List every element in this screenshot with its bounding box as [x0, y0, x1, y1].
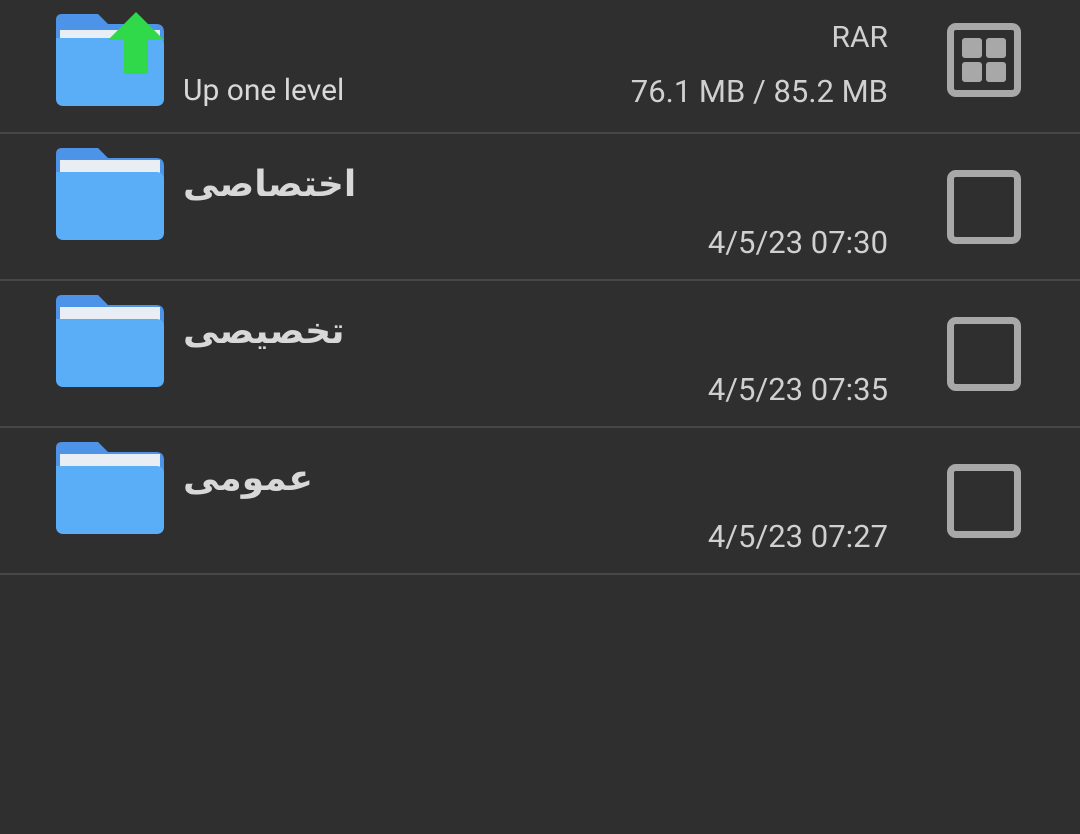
modified-date: 4/5/23 07:30	[707, 224, 888, 261]
modified-date: 4/5/23 07:27	[707, 518, 888, 555]
archive-size-label: 76.1 MB / 85.2 MB	[630, 73, 888, 110]
list-item[interactable]: تخصیصی 4/5/23 07:35	[0, 281, 1080, 428]
item-checkbox[interactable]	[947, 464, 1021, 538]
folder-icon	[56, 148, 164, 240]
folder-name: تخصیصی	[183, 311, 345, 352]
list-item[interactable]: عمومی 4/5/23 07:27	[0, 428, 1080, 575]
modified-date: 4/5/23 07:35	[707, 371, 888, 408]
folder-icon	[56, 295, 164, 387]
list-item[interactable]: اختصاصی 4/5/23 07:30	[0, 134, 1080, 281]
up-one-level-row[interactable]: Up one level RAR 76.1 MB / 85.2 MB	[0, 0, 1080, 134]
file-list: Up one level RAR 76.1 MB / 85.2 MB اختصا…	[0, 0, 1080, 575]
up-one-level-label: Up one level	[183, 73, 345, 108]
grid-select-icon	[962, 38, 1006, 82]
folder-name: عمومی	[183, 458, 314, 499]
item-checkbox[interactable]	[947, 317, 1021, 391]
folder-up-icon	[56, 12, 164, 106]
item-checkbox[interactable]	[947, 170, 1021, 244]
folder-icon	[56, 442, 164, 534]
folder-name: اختصاصی	[183, 164, 357, 205]
archive-type-label: RAR	[831, 20, 888, 55]
select-all-button[interactable]	[947, 23, 1021, 97]
